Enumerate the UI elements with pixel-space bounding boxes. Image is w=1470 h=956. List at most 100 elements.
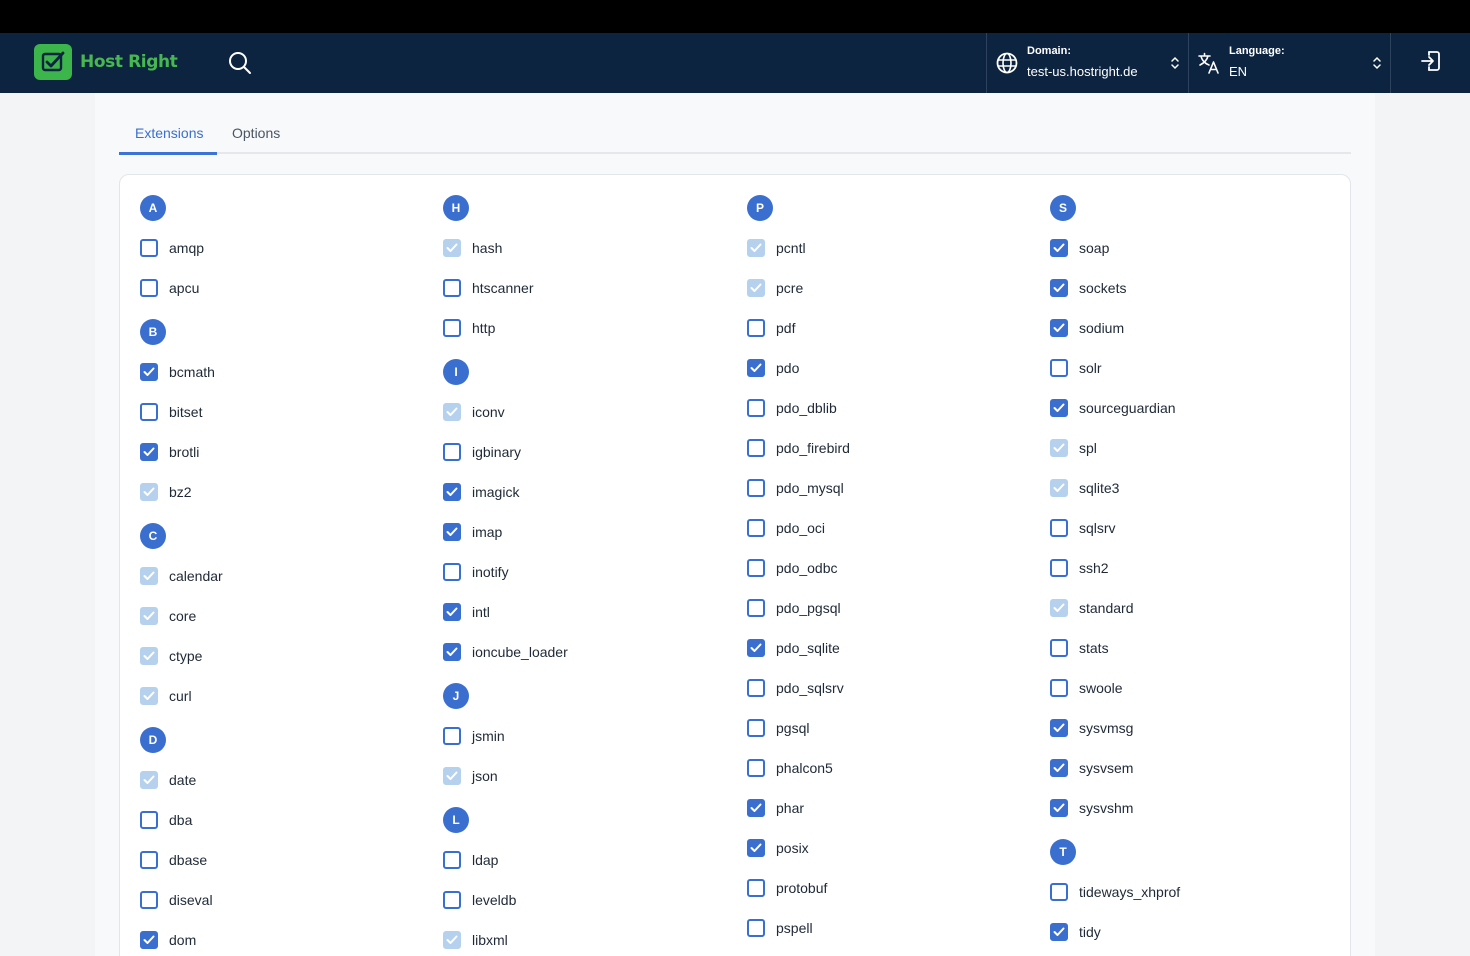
extension-pdo_mysql[interactable]: pdo_mysql: [747, 477, 844, 499]
extension-checkbox[interactable]: [443, 319, 461, 337]
extension-checkbox[interactable]: [140, 443, 158, 461]
extension-pdf[interactable]: pdf: [747, 317, 795, 339]
extension-dom[interactable]: dom: [140, 929, 196, 951]
extension-checkbox[interactable]: [443, 563, 461, 581]
extension-checkbox[interactable]: [443, 851, 461, 869]
extension-dba[interactable]: dba: [140, 809, 192, 831]
extension-diseval[interactable]: diseval: [140, 889, 213, 911]
extension-leveldb[interactable]: leveldb: [443, 889, 516, 911]
extension-checkbox[interactable]: [747, 479, 765, 497]
extension-checkbox[interactable]: [443, 643, 461, 661]
extension-checkbox[interactable]: [747, 639, 765, 657]
extension-checkbox[interactable]: [443, 483, 461, 501]
extension-checkbox[interactable]: [140, 279, 158, 297]
extension-brotli[interactable]: brotli: [140, 441, 199, 463]
extension-pspell[interactable]: pspell: [747, 917, 813, 939]
extension-soap[interactable]: soap: [1050, 237, 1109, 259]
extension-checkbox[interactable]: [140, 239, 158, 257]
extension-curl[interactable]: curl: [140, 685, 192, 707]
extension-phar[interactable]: phar: [747, 797, 804, 819]
extension-swoole[interactable]: swoole: [1050, 677, 1123, 699]
extension-pcntl[interactable]: pcntl: [747, 237, 806, 259]
extension-checkbox[interactable]: [747, 439, 765, 457]
extension-intl[interactable]: intl: [443, 601, 490, 623]
extension-checkbox[interactable]: [747, 599, 765, 617]
extension-checkbox[interactable]: [747, 879, 765, 897]
extension-checkbox[interactable]: [747, 399, 765, 417]
extension-checkbox[interactable]: [443, 603, 461, 621]
extension-checkbox[interactable]: [140, 811, 158, 829]
extension-solr[interactable]: solr: [1050, 357, 1102, 379]
extension-posix[interactable]: posix: [747, 837, 809, 859]
extension-http[interactable]: http: [443, 317, 495, 339]
extension-checkbox[interactable]: [747, 719, 765, 737]
extension-hash[interactable]: hash: [443, 237, 502, 259]
extension-checkbox[interactable]: [1050, 639, 1068, 657]
extension-bcmath[interactable]: bcmath: [140, 361, 215, 383]
extension-checkbox[interactable]: [747, 759, 765, 777]
extension-json[interactable]: json: [443, 765, 498, 787]
extension-imap[interactable]: imap: [443, 521, 502, 543]
extension-sysvsem[interactable]: sysvsem: [1050, 757, 1133, 779]
extension-checkbox[interactable]: [443, 279, 461, 297]
extension-bz2[interactable]: bz2: [140, 481, 192, 503]
extension-htscanner[interactable]: htscanner: [443, 277, 533, 299]
extension-igbinary[interactable]: igbinary: [443, 441, 521, 463]
extension-calendar[interactable]: calendar: [140, 565, 223, 587]
extension-checkbox[interactable]: [443, 727, 461, 745]
extension-pdo_sqlite[interactable]: pdo_sqlite: [747, 637, 840, 659]
extension-ldap[interactable]: ldap: [443, 849, 498, 871]
extension-amqp[interactable]: amqp: [140, 237, 204, 259]
extension-checkbox[interactable]: [443, 523, 461, 541]
brand-logo[interactable]: Host Right: [34, 44, 178, 80]
extension-checkbox[interactable]: [1050, 399, 1068, 417]
extension-pdo[interactable]: pdo: [747, 357, 799, 379]
search-icon[interactable]: [226, 49, 254, 77]
extension-iconv[interactable]: iconv: [443, 401, 505, 423]
extension-checkbox[interactable]: [140, 931, 158, 949]
extension-sysvmsg[interactable]: sysvmsg: [1050, 717, 1133, 739]
extension-sqlsrv[interactable]: sqlsrv: [1050, 517, 1116, 539]
extension-pdo_pgsql[interactable]: pdo_pgsql: [747, 597, 841, 619]
extension-dbase[interactable]: dbase: [140, 849, 207, 871]
extension-checkbox[interactable]: [1050, 519, 1068, 537]
extension-imagick[interactable]: imagick: [443, 481, 519, 503]
extension-pgsql[interactable]: pgsql: [747, 717, 809, 739]
extension-checkbox[interactable]: [747, 799, 765, 817]
extension-checkbox[interactable]: [140, 891, 158, 909]
extension-spl[interactable]: spl: [1050, 437, 1097, 459]
extension-stats[interactable]: stats: [1050, 637, 1109, 659]
extension-sockets[interactable]: sockets: [1050, 277, 1126, 299]
logout-button[interactable]: [1390, 33, 1470, 93]
extension-checkbox[interactable]: [443, 443, 461, 461]
extension-ctype[interactable]: ctype: [140, 645, 202, 667]
extension-libxml[interactable]: libxml: [443, 929, 508, 951]
extension-checkbox[interactable]: [443, 891, 461, 909]
extension-checkbox[interactable]: [1050, 239, 1068, 257]
extension-checkbox[interactable]: [747, 359, 765, 377]
extension-ioncube_loader[interactable]: ioncube_loader: [443, 641, 568, 663]
extension-pdo_odbc[interactable]: pdo_odbc: [747, 557, 838, 579]
language-select[interactable]: Language: EN: [1188, 33, 1390, 93]
extension-tideways_xhprof[interactable]: tideways_xhprof: [1050, 881, 1180, 903]
extension-checkbox[interactable]: [1050, 679, 1068, 697]
extension-checkbox[interactable]: [1050, 719, 1068, 737]
extension-checkbox[interactable]: [1050, 359, 1068, 377]
extension-protobuf[interactable]: protobuf: [747, 877, 827, 899]
tab-extensions[interactable]: Extensions: [135, 125, 203, 141]
extension-apcu[interactable]: apcu: [140, 277, 199, 299]
extension-checkbox[interactable]: [1050, 759, 1068, 777]
extension-checkbox[interactable]: [747, 679, 765, 697]
extension-ssh2[interactable]: ssh2: [1050, 557, 1109, 579]
extension-phalcon5[interactable]: phalcon5: [747, 757, 833, 779]
extension-sodium[interactable]: sodium: [1050, 317, 1124, 339]
extension-checkbox[interactable]: [747, 559, 765, 577]
extension-pcre[interactable]: pcre: [747, 277, 803, 299]
extension-checkbox[interactable]: [1050, 799, 1068, 817]
domain-select[interactable]: Domain: test-us.hostright.de: [986, 33, 1188, 93]
extension-jsmin[interactable]: jsmin: [443, 725, 505, 747]
extension-checkbox[interactable]: [1050, 883, 1068, 901]
extension-checkbox[interactable]: [1050, 559, 1068, 577]
extension-checkbox[interactable]: [1050, 279, 1068, 297]
extension-checkbox[interactable]: [140, 403, 158, 421]
